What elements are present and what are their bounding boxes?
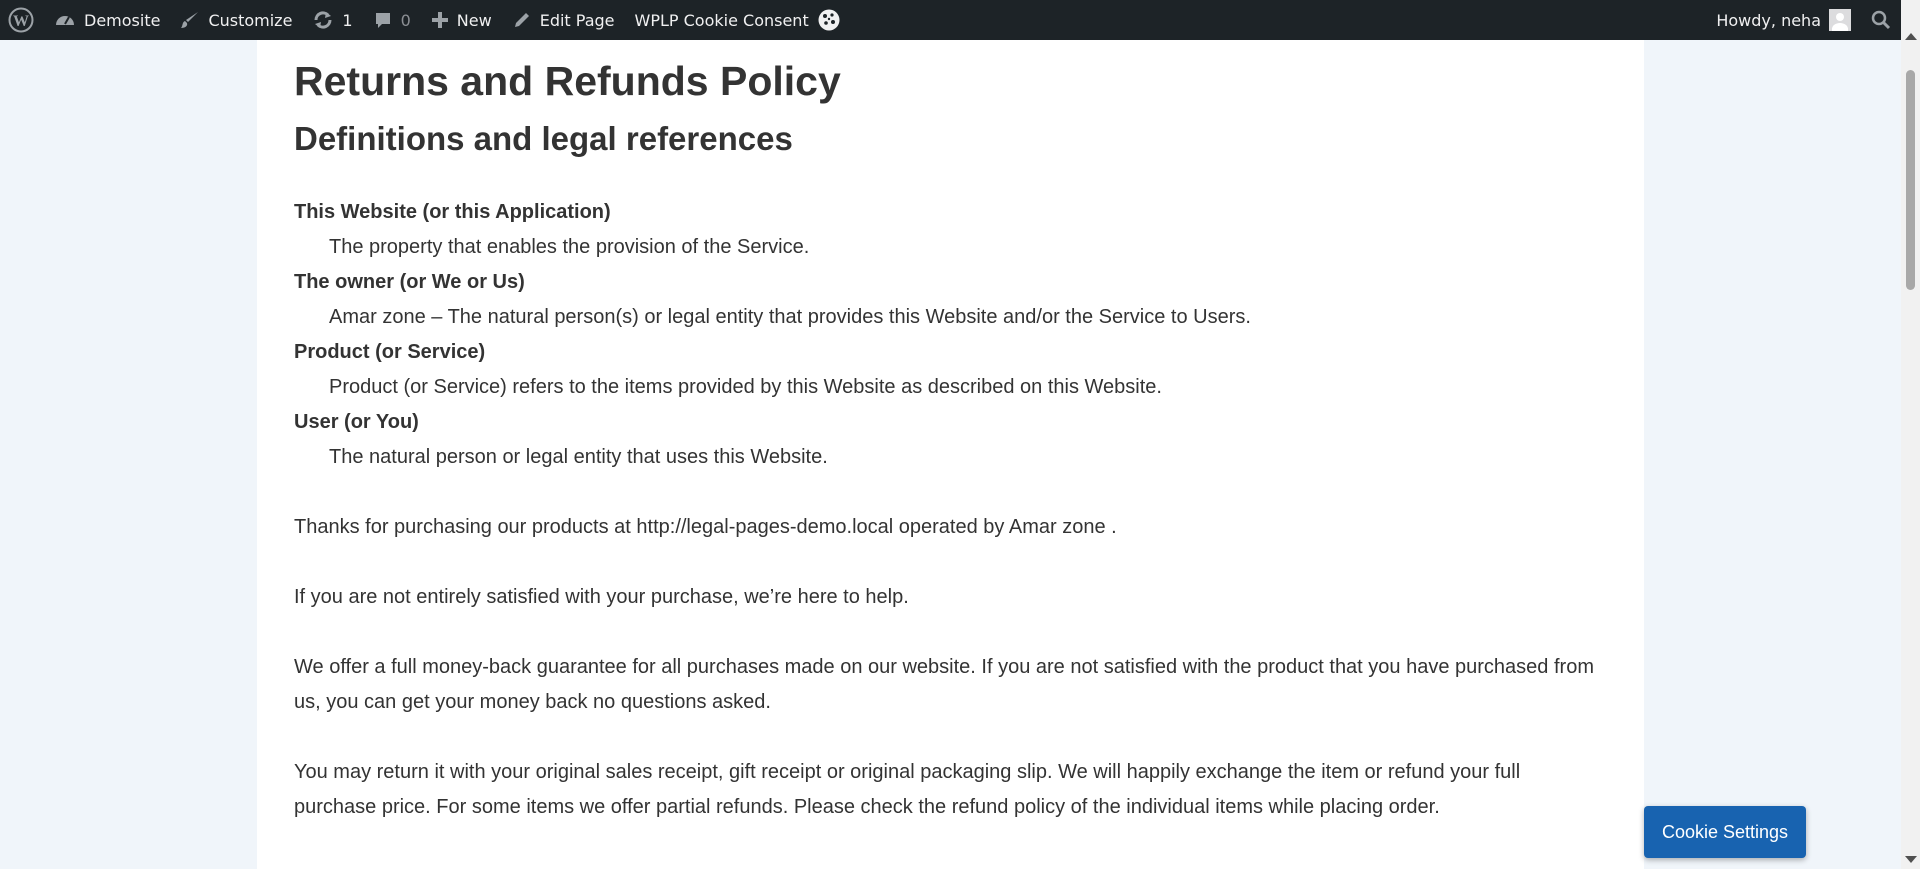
pencil-icon [514,13,529,27]
definition-description: The natural person or legal entity that … [329,446,828,468]
definition-term: The owner (or We or Us) [294,271,525,293]
definition-description: Amar zone – The natural person(s) or leg… [329,306,1251,328]
page-scrollbar[interactable] [1901,0,1920,869]
page-title: Returns and Refunds Policy [294,58,841,104]
cookie-consent-menu[interactable]: WPLP Cookie Consent [625,0,851,40]
cookie-settings-button[interactable]: Cookie Settings [1644,806,1806,858]
policy-paragraph: Thanks for purchasing our products at ht… [294,516,1117,538]
definitions-list: This Website (or this Application) The p… [294,195,1604,475]
scroll-down-arrow-icon[interactable] [1905,856,1917,863]
site-name-label: Demosite [84,10,161,30]
updates-icon [314,11,332,29]
wordpress-icon: W [8,7,34,33]
howdy-label: Howdy, neha [1716,10,1821,30]
policy-paragraph: We offer a full money-back guarantee for… [294,656,1594,713]
edit-page-label: Edit Page [539,10,615,30]
edit-page-link[interactable]: Edit Page [502,0,625,40]
updates-link[interactable]: 1 [302,0,362,40]
updates-count: 1 [342,10,353,30]
new-content-menu[interactable]: New [421,0,502,40]
cookie-icon [818,9,840,31]
definition-term: Product (or Service) [294,341,486,363]
cookie-consent-label: WPLP Cookie Consent [634,10,809,30]
user-account-menu[interactable]: Howdy, neha [1706,0,1861,40]
comment-bubble-icon [375,13,390,28]
new-label: New [456,10,492,30]
avatar [1829,9,1851,31]
search-toggle[interactable] [1861,0,1901,40]
policy-paragraph: If you are not entirely satisfied with y… [294,586,909,608]
definitions-heading: Definitions and legal references [294,120,793,157]
svg-text:W: W [13,13,29,30]
definition-term: This Website (or this Application) [294,201,611,223]
definition-term: User (or You) [294,411,419,433]
scroll-up-arrow-icon[interactable] [1905,33,1917,40]
policy-paragraph: You may return it with your original sal… [294,761,1521,818]
customize-label: Customize [208,10,293,30]
comments-count: 0 [400,10,411,30]
dashboard-gauge-icon [56,16,74,25]
admin-bar: W Demosite Customize 1 0 New Edit Page W… [0,0,1901,40]
search-icon [1871,10,1891,30]
definition-description: Product (or Service) refers to the items… [329,376,1162,398]
page-content: Returns and Refunds Policy Definitions a… [257,40,1644,869]
scrollbar-thumb[interactable] [1906,70,1915,290]
plus-icon [431,12,448,28]
paintbrush-icon [181,12,199,28]
definition-description: The property that enables the provision … [329,236,810,258]
wordpress-logo-menu[interactable]: W [0,0,44,40]
customize-link[interactable]: Customize [170,0,302,40]
comments-link[interactable]: 0 [363,0,421,40]
site-name-menu[interactable]: Demosite [44,0,170,40]
